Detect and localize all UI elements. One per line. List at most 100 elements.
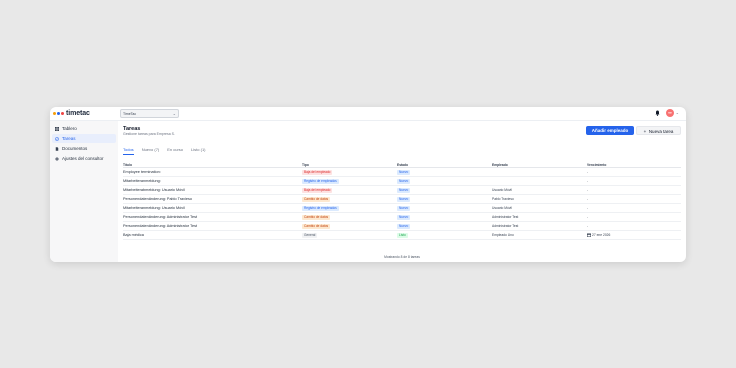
task-type-cell: Cambio de datos bbox=[302, 196, 397, 202]
grid-icon bbox=[55, 126, 59, 131]
task-due-text: - bbox=[587, 215, 589, 219]
timetac-logo[interactable]: timetac bbox=[53, 110, 90, 117]
task-due-text: - bbox=[587, 179, 589, 183]
avatar[interactable]: TT bbox=[666, 109, 674, 117]
chevron-down-icon: ⌄ bbox=[172, 111, 176, 116]
company-select[interactable]: TimeTac ⌄ bbox=[120, 109, 179, 118]
task-title-text[interactable]: Mitarbeiteranmeldung: Usuario Móvil bbox=[123, 206, 185, 210]
task-title-text[interactable]: Personendatenänderung: Pablo Travieso bbox=[123, 197, 192, 201]
task-title-text[interactable]: Mitarbeiterabmeldung: Usuario Móvil bbox=[123, 188, 185, 192]
task-employee: Empleado Uno bbox=[492, 233, 587, 237]
task-due-text: - bbox=[587, 224, 589, 228]
main-content: Tareas Gestione tareas para Empresa S. A… bbox=[118, 121, 686, 262]
top-bar: timetac TimeTac ⌄ TT ⌄ bbox=[50, 107, 686, 121]
logo-text: timetac bbox=[66, 110, 90, 117]
column-header-employee[interactable]: Empleado bbox=[492, 163, 587, 167]
logo-mark-icon bbox=[53, 112, 64, 115]
task-employee: Administrator Test bbox=[492, 215, 587, 219]
table-row[interactable]: Baja médica General Listo Empleado Uno 27 en… bbox=[123, 231, 681, 240]
task-due-text: - bbox=[587, 170, 589, 174]
type-badge: Cambio de datos bbox=[302, 223, 331, 229]
task-employee-text: Empleado Uno bbox=[492, 233, 514, 237]
sidebar-item-ajustes[interactable]: Ajustes del consultor bbox=[52, 154, 116, 163]
task-title[interactable]: Personendatenänderung: Administrator Tes… bbox=[123, 215, 302, 219]
new-task-label: Nueva tarea bbox=[648, 129, 674, 134]
column-header-due[interactable]: Vencimiento bbox=[587, 163, 681, 167]
table-body: Employee termination: Baja del empleado Nu… bbox=[123, 168, 681, 240]
task-type-cell: Baja del empleado bbox=[302, 169, 397, 175]
task-title[interactable]: Employee termination: bbox=[123, 170, 302, 174]
task-title[interactable]: Personendatenänderung: Pablo Travieso bbox=[123, 197, 302, 201]
task-due-text: - bbox=[587, 197, 589, 201]
table-row[interactable]: Mitarbeiteranmeldung: Usuario Móvil Regis… bbox=[123, 204, 681, 213]
task-type-cell: Registro de empleados bbox=[302, 205, 397, 211]
table-row[interactable]: Employee termination: Baja del empleado Nu… bbox=[123, 168, 681, 177]
task-type-cell: Registro de empleados bbox=[302, 178, 397, 184]
table-row[interactable]: Mitarbeiteranmeldung: Registro de emplead… bbox=[123, 177, 681, 186]
page-subtitle: Gestione tareas para Empresa S. bbox=[123, 132, 175, 136]
table-row[interactable]: Personendatenänderung: Administrator Tes… bbox=[123, 222, 681, 231]
app-window: timetac TimeTac ⌄ TT ⌄ Tablero Tareas Do… bbox=[50, 107, 686, 262]
table-row[interactable]: Mitarbeiterabmeldung: Usuario Móvil Baja … bbox=[123, 186, 681, 195]
column-header-title[interactable]: Título bbox=[123, 163, 302, 167]
calendar-icon bbox=[587, 233, 591, 238]
add-employee-button[interactable]: Añadir empleado bbox=[586, 126, 634, 135]
new-task-button[interactable]: + Nueva tarea bbox=[636, 126, 681, 135]
task-title-text[interactable]: Personendatenänderung: Administrator Tes… bbox=[123, 215, 197, 219]
task-title[interactable]: Mitarbeiteranmeldung: bbox=[123, 179, 302, 183]
status-badge: Nuevo bbox=[397, 223, 411, 229]
status-badge: Nuevo bbox=[397, 178, 411, 184]
task-title[interactable]: Baja médica bbox=[123, 233, 302, 237]
task-title[interactable]: Mitarbeiteranmeldung: Usuario Móvil bbox=[123, 206, 302, 210]
bell-icon[interactable] bbox=[655, 110, 660, 116]
sidebar-item-label: Tareas bbox=[62, 136, 76, 141]
task-title[interactable]: Mitarbeiterabmeldung: Usuario Móvil bbox=[123, 188, 302, 192]
task-employee-text: Administrator Test bbox=[492, 215, 519, 219]
task-state-cell: Nuevo bbox=[397, 178, 492, 184]
chevron-down-icon[interactable]: ⌄ bbox=[676, 109, 679, 117]
sidebar-item-label: Tablero bbox=[62, 126, 77, 131]
tab-en-curso[interactable]: En curso bbox=[167, 147, 183, 155]
sidebar-item-tablero[interactable]: Tablero bbox=[52, 124, 116, 133]
tab-todos[interactable]: Todos bbox=[123, 147, 134, 155]
table-footer-count: Mostrando 8 de 8 tareas bbox=[384, 255, 420, 259]
logo-dot bbox=[57, 112, 60, 115]
task-type-cell: Cambio de datos bbox=[302, 223, 397, 229]
sidebar-item-documentos[interactable]: Documentos bbox=[52, 144, 116, 153]
table-row[interactable]: Personendatenänderung: Administrator Tes… bbox=[123, 213, 681, 222]
type-badge: Registro de empleados bbox=[302, 178, 339, 184]
task-due-date: - bbox=[587, 206, 681, 210]
task-state-cell: Nuevo bbox=[397, 187, 492, 193]
task-employee: Usuario Móvil bbox=[492, 206, 587, 210]
check-circle-icon bbox=[55, 136, 59, 141]
table-row[interactable]: Personendatenänderung: Pablo Travieso Cam… bbox=[123, 195, 681, 204]
task-employee: Usuario Móvil bbox=[492, 188, 587, 192]
task-employee-text: Usuario Móvil bbox=[492, 206, 512, 210]
sidebar-item-label: Documentos bbox=[62, 146, 88, 151]
task-due-date: - bbox=[587, 179, 681, 183]
document-icon bbox=[55, 146, 59, 151]
task-title-text[interactable]: Employee termination: bbox=[123, 170, 161, 174]
type-badge: Cambio de datos bbox=[302, 214, 331, 220]
task-state-cell: Nuevo bbox=[397, 205, 492, 211]
task-state-cell: Nuevo bbox=[397, 223, 492, 229]
tasks-table: Título Tipo Estado Empleado Vencimiento … bbox=[123, 162, 681, 240]
status-badge: Nuevo bbox=[397, 169, 411, 175]
logo-dot bbox=[61, 112, 64, 115]
tab-listo[interactable]: Listo (1) bbox=[191, 147, 205, 155]
column-header-state[interactable]: Estado bbox=[397, 163, 492, 167]
status-badge: Listo bbox=[397, 232, 408, 238]
gear-icon bbox=[55, 157, 59, 160]
column-header-type[interactable]: Tipo bbox=[302, 163, 397, 167]
task-employee-text: Usuario Móvil bbox=[492, 188, 512, 192]
task-title-text[interactable]: Personendatenänderung: Administrator Tes… bbox=[123, 224, 197, 228]
task-title-text[interactable]: Mitarbeiteranmeldung: bbox=[123, 179, 161, 183]
task-employee: Pablo Travieso bbox=[492, 197, 587, 201]
task-due-date: - bbox=[587, 197, 681, 201]
sidebar-item-tareas[interactable]: Tareas bbox=[52, 134, 116, 143]
status-badge: Nuevo bbox=[397, 187, 411, 193]
task-title-text[interactable]: Baja médica bbox=[123, 233, 144, 237]
task-title[interactable]: Personendatenänderung: Administrator Tes… bbox=[123, 224, 302, 228]
tab-nuevo[interactable]: Nuevo (7) bbox=[142, 147, 160, 155]
type-badge: Baja del empleado bbox=[302, 187, 333, 193]
